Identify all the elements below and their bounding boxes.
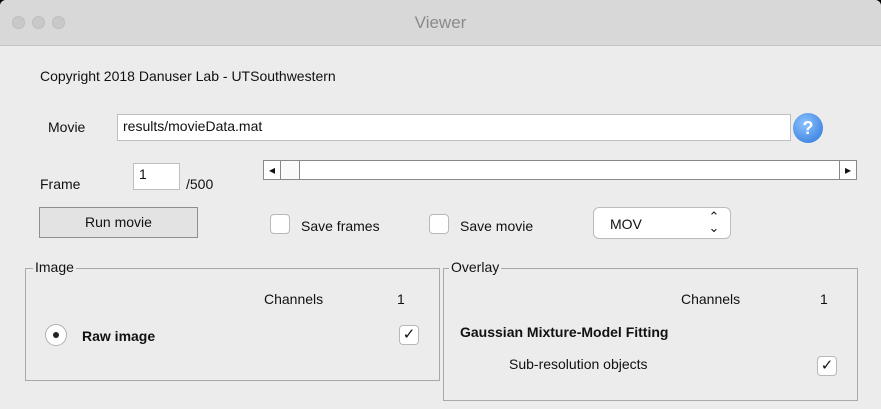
frame-label: Frame: [40, 176, 81, 192]
help-icon-glyph: ?: [802, 118, 814, 138]
movie-format-value: MOV: [610, 216, 642, 232]
image-panel: [25, 268, 440, 381]
overlay-panel-title: Overlay: [449, 259, 502, 275]
frame-input[interactable]: 1: [133, 163, 180, 190]
radio-selected-dot: [53, 332, 59, 338]
raw-image-label: Raw image: [82, 328, 156, 344]
frame-total: /500: [186, 176, 214, 192]
viewer-window: Viewer Copyright 2018 Danuser Lab - UTSo…: [0, 0, 881, 409]
save-frames-checkbox[interactable]: [270, 214, 290, 234]
image-channels-label: Channels: [264, 291, 324, 307]
raw-image-radio[interactable]: [45, 324, 67, 346]
subresolution-objects-checkbox[interactable]: ✓: [817, 356, 837, 376]
checkmark-icon: ✓: [402, 326, 416, 343]
save-frames-label: Save frames: [301, 218, 380, 234]
overlay-channels-value: 1: [820, 291, 828, 307]
window-title: Viewer: [414, 13, 467, 32]
select-arrows-icon: ⌃ ⌄: [708, 209, 720, 235]
image-panel-title: Image: [33, 259, 76, 275]
raw-image-checkbox[interactable]: ✓: [399, 325, 419, 345]
image-channels-value: 1: [397, 291, 405, 307]
movie-format-select[interactable]: MOV ⌃ ⌄: [593, 207, 731, 239]
title-bar: Viewer: [0, 0, 881, 46]
save-movie-checkbox[interactable]: [429, 214, 449, 234]
movie-path-field[interactable]: results/movieData.mat: [117, 114, 791, 141]
save-movie-label: Save movie: [460, 218, 534, 234]
slider-thumb[interactable]: [281, 161, 300, 179]
help-icon[interactable]: ?: [793, 113, 823, 143]
copyright-text: Copyright 2018 Danuser Lab - UTSouthwest…: [40, 68, 336, 84]
subresolution-objects-label: Sub-resolution objects: [509, 356, 648, 372]
slider-right-arrow-icon[interactable]: ▸: [839, 161, 856, 179]
checkmark-icon: ✓: [820, 357, 834, 374]
slider-left-arrow-icon[interactable]: ◂: [264, 161, 281, 179]
overlay-section-title: Gaussian Mixture-Model Fitting: [460, 324, 669, 340]
movie-label: Movie: [48, 119, 86, 135]
frame-slider[interactable]: ◂ ▸: [263, 160, 857, 180]
overlay-channels-label: Channels: [681, 291, 741, 307]
run-movie-button[interactable]: Run movie: [39, 207, 198, 238]
